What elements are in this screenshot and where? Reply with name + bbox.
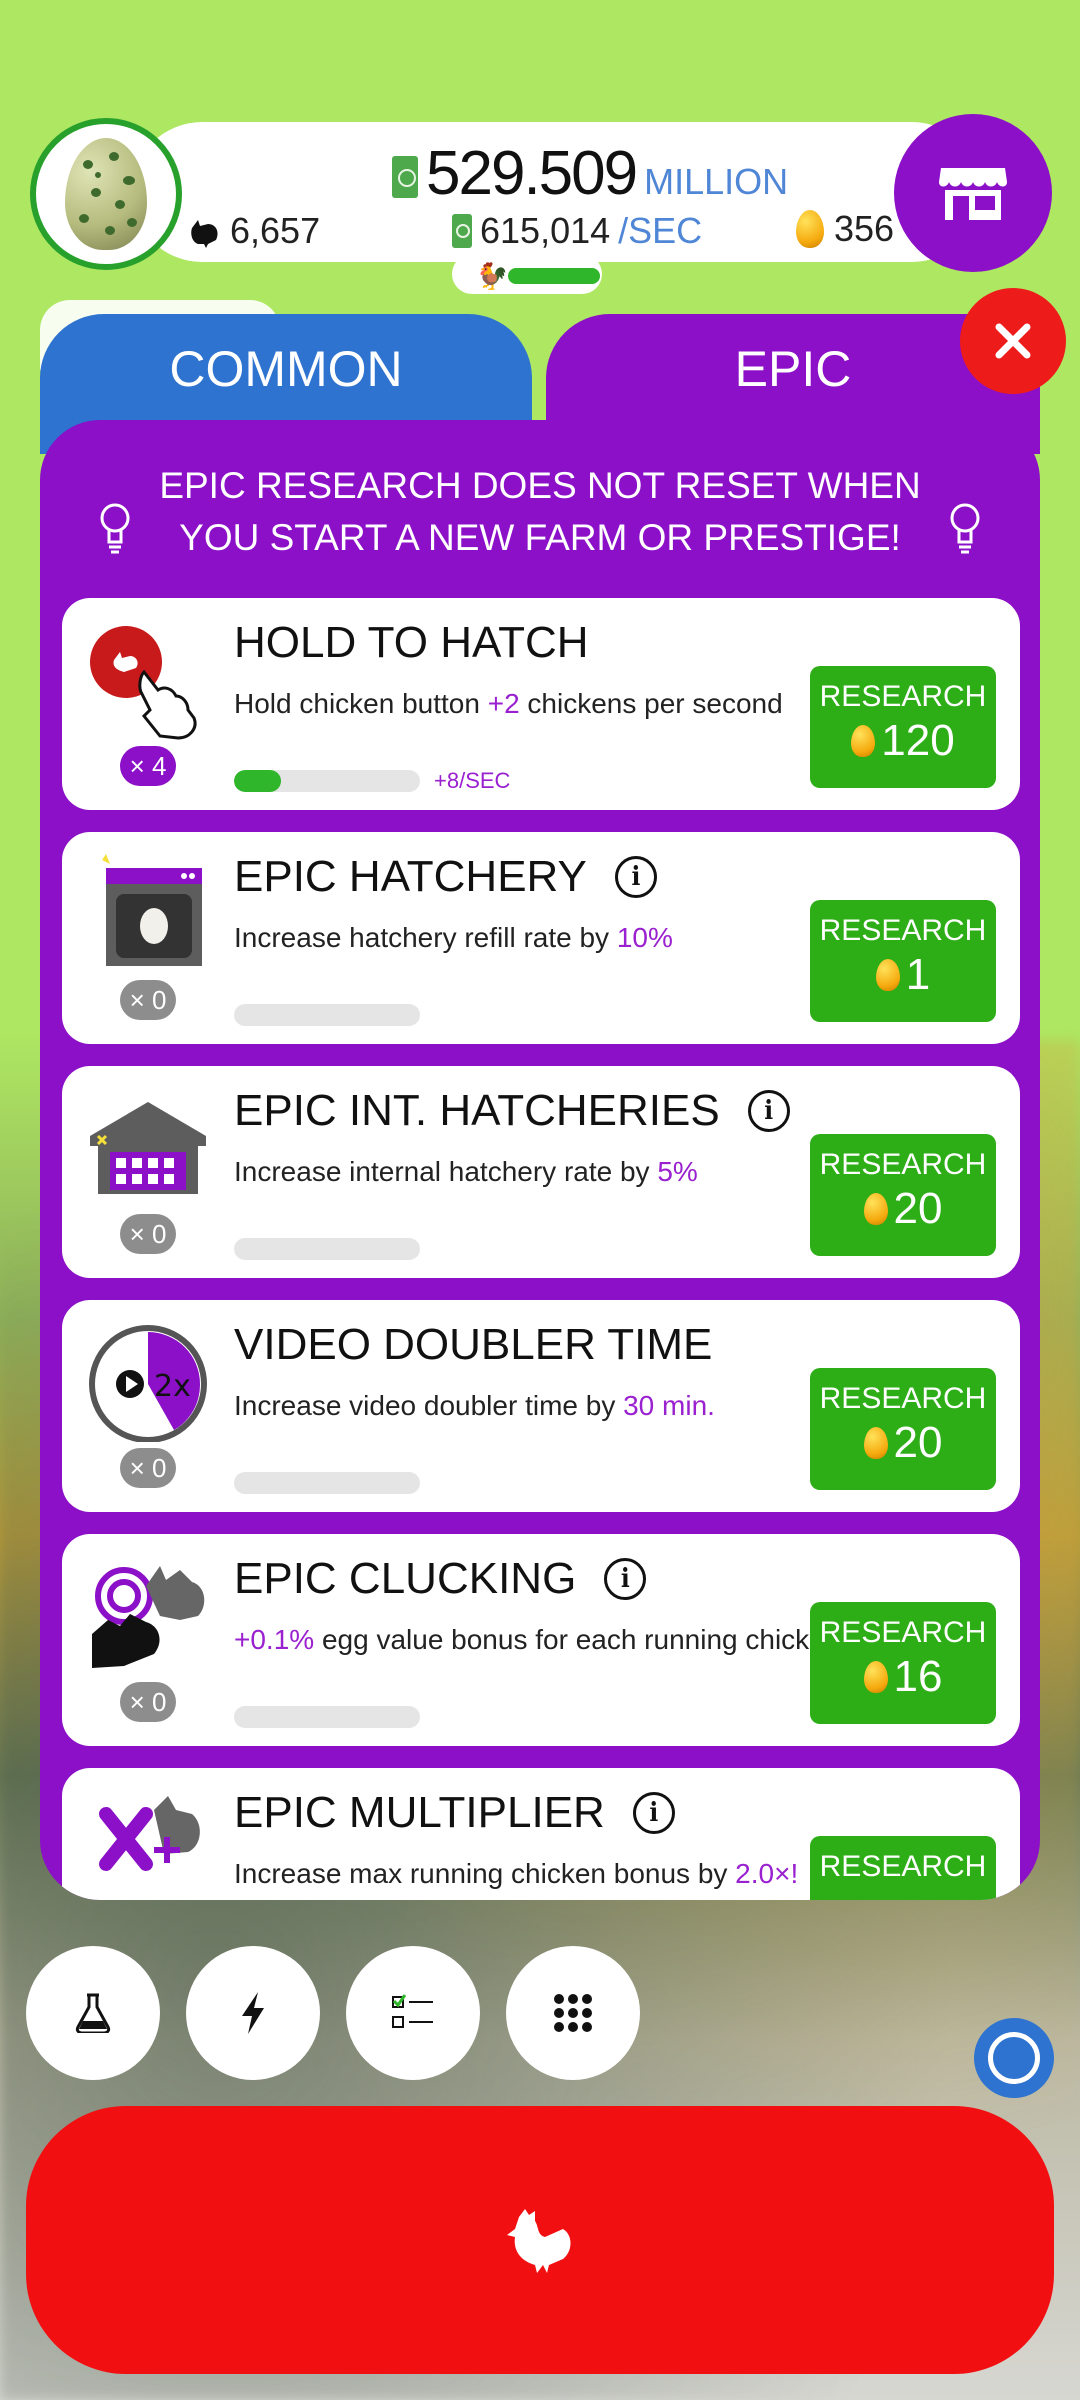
money-unit: MILLION [644, 161, 789, 202]
level-badge: × 0 [120, 1214, 176, 1254]
epic-notice: EPIC RESEARCH DOES NOT RESET WHEN YOU ST… [40, 460, 1040, 590]
research-button[interactable]: RESEARCH 16 [810, 1602, 996, 1724]
research-button[interactable]: RESEARCH [810, 1836, 996, 1900]
research-card-hold-to-hatch: × 4 HOLD TO HATCH Hold chicken button +2… [62, 598, 1020, 810]
chicken-icon [191, 220, 218, 248]
notice-text: EPIC RESEARCH DOES NOT RESET WHEN YOU ST… [159, 465, 921, 558]
level-badge: × 0 [120, 1448, 176, 1488]
camera-toggle-button[interactable] [974, 2018, 1054, 2098]
hatchery-chick-icon: 🐓 [476, 262, 509, 292]
golden-egg-icon [875, 959, 900, 991]
research-description: Increase hatchery refill rate by 10% [234, 922, 673, 953]
current-egg-button[interactable] [30, 118, 182, 270]
info-icon[interactable]: i [747, 1090, 790, 1132]
progress-label: +8/SEC [434, 768, 511, 793]
research-progress [234, 1472, 420, 1494]
chicken-count: 6,657 [188, 210, 320, 252]
research-description: Increase internal hatchery rate by 5% [234, 1156, 698, 1187]
grid-icon [554, 1994, 592, 2032]
research-button[interactable]: RESEARCH 1 [810, 900, 996, 1022]
hold-to-hatch-icon [90, 626, 197, 740]
cash-icon [392, 156, 418, 198]
research-name: EPIC MULTIPLIER i [234, 1788, 675, 1838]
research-card-epic-int-hatcheries: × 0 EPIC INT. HATCHERIES i Increase inter… [62, 1066, 1020, 1278]
research-button[interactable]: RESEARCH 20 [810, 1134, 996, 1256]
golden-egg-icon [863, 1193, 888, 1225]
research-card-epic-hatchery: × 0 EPIC HATCHERY i Increase hatchery ref… [62, 832, 1020, 1044]
close-icon [995, 323, 1031, 359]
golden-eggs-count: 356 [796, 208, 894, 250]
lightbulb-icon [950, 503, 980, 554]
research-button[interactable]: RESEARCH 20 [810, 1368, 996, 1490]
research-description: Increase max running chicken bonus by 2.… [234, 1858, 799, 1889]
internal-hatchery-icon [90, 1102, 206, 1194]
cash-icon [452, 214, 472, 248]
lightning-icon [242, 1992, 264, 2034]
info-icon[interactable]: i [632, 1792, 675, 1834]
boosts-button[interactable] [186, 1946, 320, 2080]
research-menu-button[interactable] [26, 1946, 160, 2080]
hatchery-fill-bar [508, 268, 600, 284]
rate-value: 615,014 [480, 210, 611, 251]
money-display: 529.509 MILLION [392, 138, 788, 209]
golden-egg-icon [851, 725, 876, 757]
research-description: +0.1% egg value bonus for each running c… [234, 1624, 849, 1655]
egg-icon [65, 138, 147, 250]
lightbulb-icon [100, 503, 130, 554]
research-card-video-doubler-time: 2x × 0 VIDEO DOUBLER TIME Increase video… [62, 1300, 1020, 1512]
level-badge: × 0 [120, 1682, 176, 1722]
research-card-epic-clucking: × 0 EPIC CLUCKING i +0.1% egg value bonus… [62, 1534, 1020, 1746]
checklist-icon [392, 1994, 433, 2028]
research-button[interactable]: RESEARCH 120 [810, 666, 996, 788]
main-menu-button[interactable] [506, 1946, 640, 2080]
research-progress [234, 770, 420, 792]
golden-egg-icon [863, 1661, 888, 1693]
level-badge: × 4 [120, 746, 176, 786]
clucking-chickens-icon [92, 1566, 205, 1668]
info-icon[interactable]: i [614, 856, 657, 898]
shop-button[interactable] [894, 114, 1052, 272]
multiplier-icon [99, 1796, 200, 1871]
missions-button[interactable] [346, 1946, 480, 2080]
hatch-chicken-button[interactable] [26, 2106, 1054, 2374]
research-name: EPIC HATCHERY i [234, 852, 657, 902]
golden-egg-icon [796, 210, 824, 248]
research-description: Hold chicken button +2 chickens per seco… [234, 688, 783, 719]
rate-unit: /SEC [618, 210, 703, 251]
research-name: EPIC CLUCKING i [234, 1554, 647, 1604]
close-button[interactable] [960, 288, 1066, 394]
shop-icon [939, 168, 1007, 220]
svg-text:2x: 2x [154, 1369, 191, 1404]
video-doubler-clock-icon: 2x [89, 1325, 207, 1442]
research-progress [234, 1706, 420, 1728]
info-icon[interactable]: i [604, 1558, 647, 1600]
research-progress [234, 1238, 420, 1260]
research-name: HOLD TO HATCH [234, 618, 589, 667]
hatchery-icon [102, 854, 202, 966]
epic-research-panel: EPIC RESEARCH DOES NOT RESET WHEN YOU ST… [40, 420, 1040, 1900]
golden-egg-icon [863, 1427, 888, 1459]
chicken-icon [507, 2209, 571, 2273]
money-value: 529.509 [426, 139, 638, 208]
earning-rate: 615,014 /SEC [452, 210, 702, 252]
flask-icon [75, 1993, 111, 2033]
level-badge: × 0 [120, 980, 176, 1020]
research-name: EPIC INT. HATCHERIES i [234, 1086, 790, 1136]
research-description: Increase video doubler time by 30 min. [234, 1390, 715, 1421]
research-card-epic-multiplier: EPIC MULTIPLIER i Increase max running ch… [62, 1768, 1020, 1900]
research-progress [234, 1004, 420, 1026]
research-name: VIDEO DOUBLER TIME [234, 1320, 713, 1369]
